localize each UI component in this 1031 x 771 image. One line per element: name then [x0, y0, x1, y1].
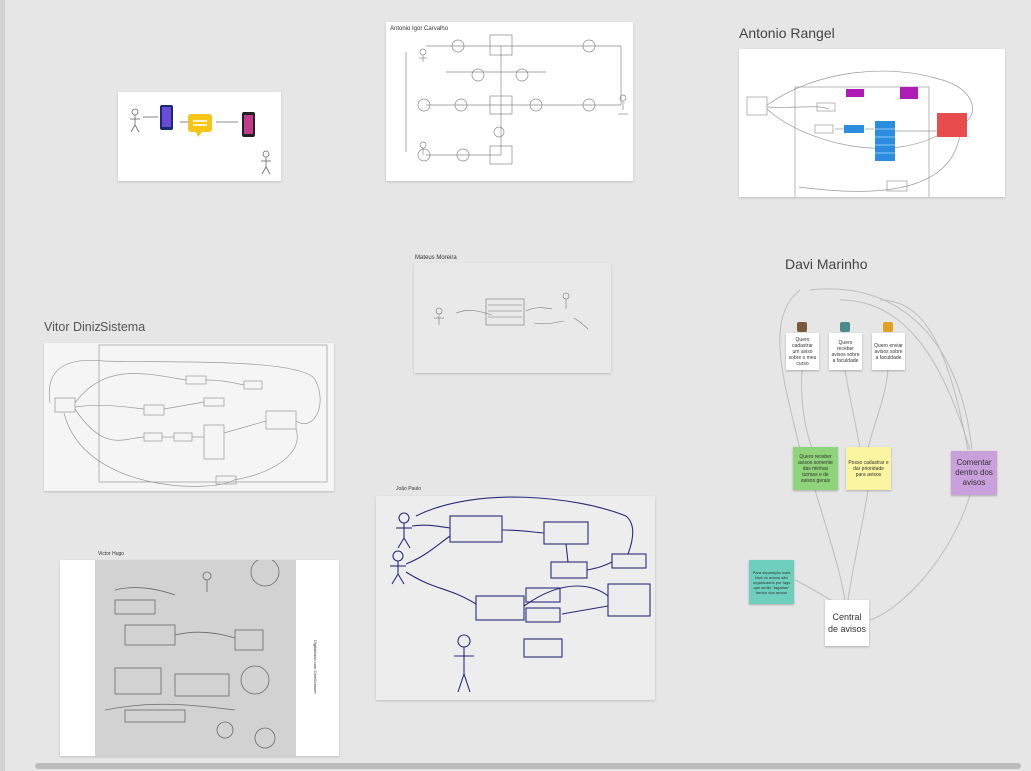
- user-story-card[interactable]: Quero receber avisos sobre a faculdade: [829, 333, 862, 370]
- green-sticky-note[interactable]: Quero receber avisos somente das minhas …: [793, 447, 838, 490]
- purple-sticky-note[interactable]: Comentar dentro dos avisos: [951, 451, 997, 495]
- phones-diagram: [130, 105, 271, 175]
- user-story-card[interactable]: Quero cadastrar um aviso sobre o meu cur…: [786, 333, 819, 370]
- horizontal-scrollbar[interactable]: [35, 763, 1021, 769]
- phone-icon: [242, 112, 255, 137]
- blue-box: [844, 125, 864, 133]
- flow-diagram: [746, 70, 973, 197]
- person-icon: [797, 322, 807, 332]
- card-caption: Vitor Diniz: [44, 320, 101, 334]
- yellow-sticky-note[interactable]: Posso cadastrar e dar prioridade para av…: [846, 447, 891, 490]
- hand-drawn-sketch: [104, 560, 280, 749]
- magenta-box: [846, 89, 864, 97]
- user-story-card[interactable]: Quero enviar avisos sobre a faculdade: [872, 333, 905, 370]
- blue-box-stack: [875, 121, 895, 161]
- board-image-joao-paulo[interactable]: [376, 496, 655, 700]
- board-image-phones[interactable]: [118, 92, 281, 181]
- scanner-side-label: Digitalizado com CamScanner: [313, 640, 318, 694]
- whiteboard-canvas[interactable]: Antonio Igor Carvalho Antonio Rangel Mat…: [0, 0, 1031, 771]
- hand-drawn-diagram: [390, 496, 651, 693]
- person-icon: [840, 322, 850, 332]
- board-image-antonio-igor[interactable]: Antonio Igor Carvalho: [386, 22, 633, 181]
- board-image-victor-hugo[interactable]: Digitalizado com CamScanner: [60, 560, 339, 756]
- card-caption: Antonio Rangel: [739, 25, 835, 41]
- flow-diagram-vitor: [48, 344, 328, 487]
- card-caption: Davi Marinho: [785, 256, 868, 272]
- card-caption: Mateus Moreira: [415, 255, 457, 261]
- card-caption: Victor Hugo: [98, 551, 125, 557]
- chat-bubble-icon: [188, 114, 212, 137]
- phone-icon: [160, 105, 173, 130]
- card-caption: Sistema: [100, 320, 146, 334]
- canvas-left-edge: [0, 0, 5, 771]
- red-box: [937, 113, 967, 137]
- board-image-mateus[interactable]: [414, 263, 611, 373]
- scanned-sketch: [95, 560, 296, 756]
- card-caption: João Paulo: [396, 486, 422, 492]
- magenta-box: [900, 87, 918, 99]
- board-image-vitor[interactable]: [44, 343, 334, 491]
- board-image-antonio-rangel[interactable]: [739, 49, 1005, 197]
- teal-sticky-note[interactable]: Para separação mais fácil os avisos são …: [749, 560, 794, 604]
- sketch-mateus: [434, 292, 589, 330]
- use-case-diagram: [405, 34, 628, 165]
- central-avisos-card[interactable]: Central de avisos: [825, 600, 869, 646]
- person-icon: [883, 322, 893, 332]
